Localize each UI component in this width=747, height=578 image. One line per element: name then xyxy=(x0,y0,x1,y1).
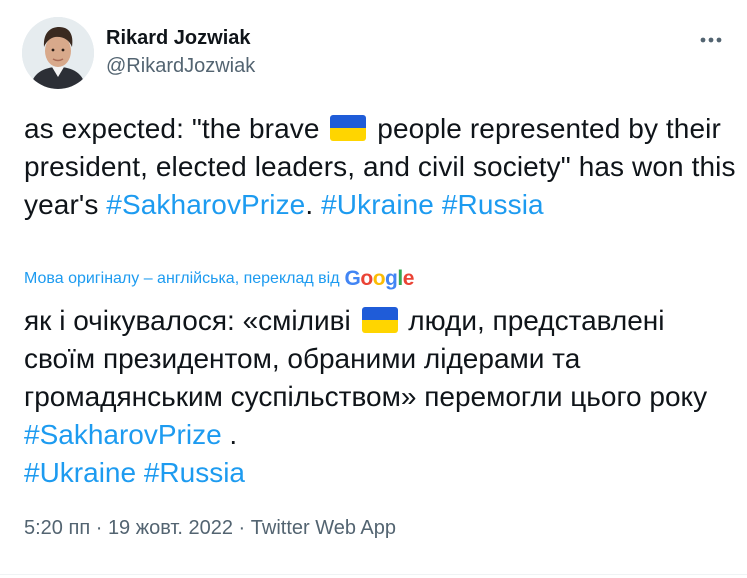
tweet-text-segment xyxy=(434,189,442,220)
hashtag-link[interactable]: #SakharovPrize xyxy=(24,419,222,450)
tweet-text: as expected: "the brave people represent… xyxy=(24,110,736,224)
hashtag-link[interactable]: #SakharovPrize xyxy=(106,189,305,220)
tweet-text-segment: as expected: "the brave xyxy=(24,113,328,144)
translation-note-label: Мова оригіналу – англійська, переклад ві… xyxy=(24,270,340,287)
tweet-source-app[interactable]: Twitter Web App xyxy=(251,517,396,539)
ukraine-flag-icon xyxy=(330,115,367,141)
author-display-name[interactable]: Rikard Jozwiak xyxy=(106,26,255,50)
tweet-text-segment: . xyxy=(305,189,322,220)
divider xyxy=(0,574,747,575)
tweet-time[interactable]: 5:20 пп xyxy=(24,517,90,539)
translated-text-segment: . xyxy=(221,419,238,450)
translated-text-segment xyxy=(136,457,144,488)
separator: · xyxy=(90,517,108,539)
translated-text-segment: як і очікувалося: «сміливі xyxy=(24,305,359,336)
hashtag-link[interactable]: #Russia xyxy=(144,457,245,488)
author-handle[interactable]: @RikardJozwiak xyxy=(106,54,255,78)
author-block: Rikard Jozwiak @RikardJozwiak xyxy=(106,26,255,78)
ukraine-flag-icon xyxy=(361,307,398,333)
avatar-image xyxy=(22,17,94,89)
more-horizontal-icon xyxy=(700,37,722,43)
tweet: Rikard Jozwiak @RikardJozwiak as expecte… xyxy=(0,0,747,578)
google-logo: Google xyxy=(344,267,415,290)
more-options-button[interactable] xyxy=(694,26,728,54)
tweet-metadata: 5:20 пп · 19 жовт. 2022 · Twitter Web Ap… xyxy=(24,515,396,541)
avatar[interactable] xyxy=(22,17,94,89)
hashtag-link[interactable]: #Russia xyxy=(442,189,544,220)
hashtag-link[interactable]: #Ukraine xyxy=(321,189,434,220)
separator: · xyxy=(232,517,251,539)
tweet-date[interactable]: 19 жовт. 2022 xyxy=(108,517,233,539)
translated-text: як і очікувалося: «сміливі люди, предста… xyxy=(24,302,736,492)
translation-note[interactable]: Мова оригіналу – англійська, переклад ві… xyxy=(24,266,414,292)
hashtag-link[interactable]: #Ukraine xyxy=(24,457,136,488)
